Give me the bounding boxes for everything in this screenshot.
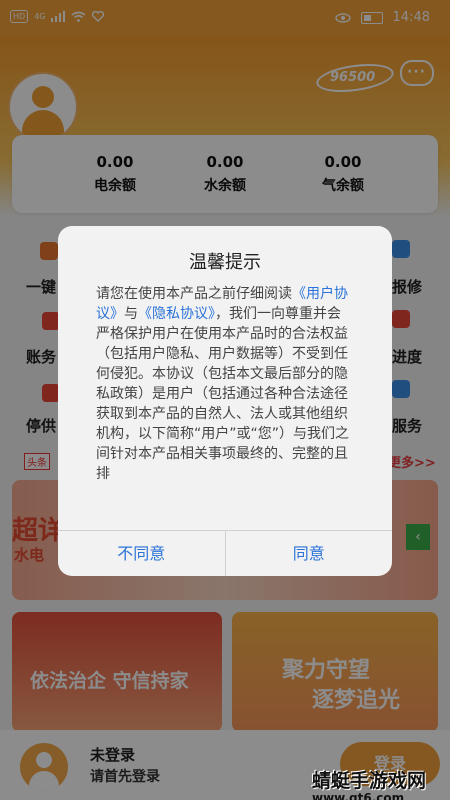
disagree-button[interactable]: 不同意 xyxy=(58,531,225,576)
agree-button[interactable]: 同意 xyxy=(226,531,393,576)
dialog-and: 与 xyxy=(124,306,138,322)
dialog-title: 温馨提示 xyxy=(189,252,261,273)
dialog-buttons: 不同意 同意 xyxy=(58,530,392,576)
watermark-title: 蜻蜓手游戏网 xyxy=(312,770,427,792)
privacy-dialog: 温馨提示 请您在使用本产品之前仔细阅读《用户协议》与《隐私协议》，我们一向尊重并… xyxy=(58,226,392,576)
app-screen: HD 4G 14:48 96500 ··· 0.00 电余额 0.00 水余额 xyxy=(0,0,450,800)
watermark: 蜻蜓手游戏网 www.qt6.com xyxy=(312,766,448,800)
dialog-intro: 请您在使用本产品之前仔细阅读 xyxy=(96,286,292,302)
watermark-url: www.qt6.com xyxy=(312,791,405,800)
dialog-text: ，我们一向尊重并会严格保护用户在使用本产品时的合法权益（包括用户隐私、用户数据等… xyxy=(96,306,350,482)
privacy-agreement-link[interactable]: 《隐私协议》 xyxy=(138,306,215,322)
dialog-body[interactable]: 请您在使用本产品之前仔细阅读《用户协议》与《隐私协议》，我们一向尊重并会严格保护… xyxy=(96,284,354,526)
